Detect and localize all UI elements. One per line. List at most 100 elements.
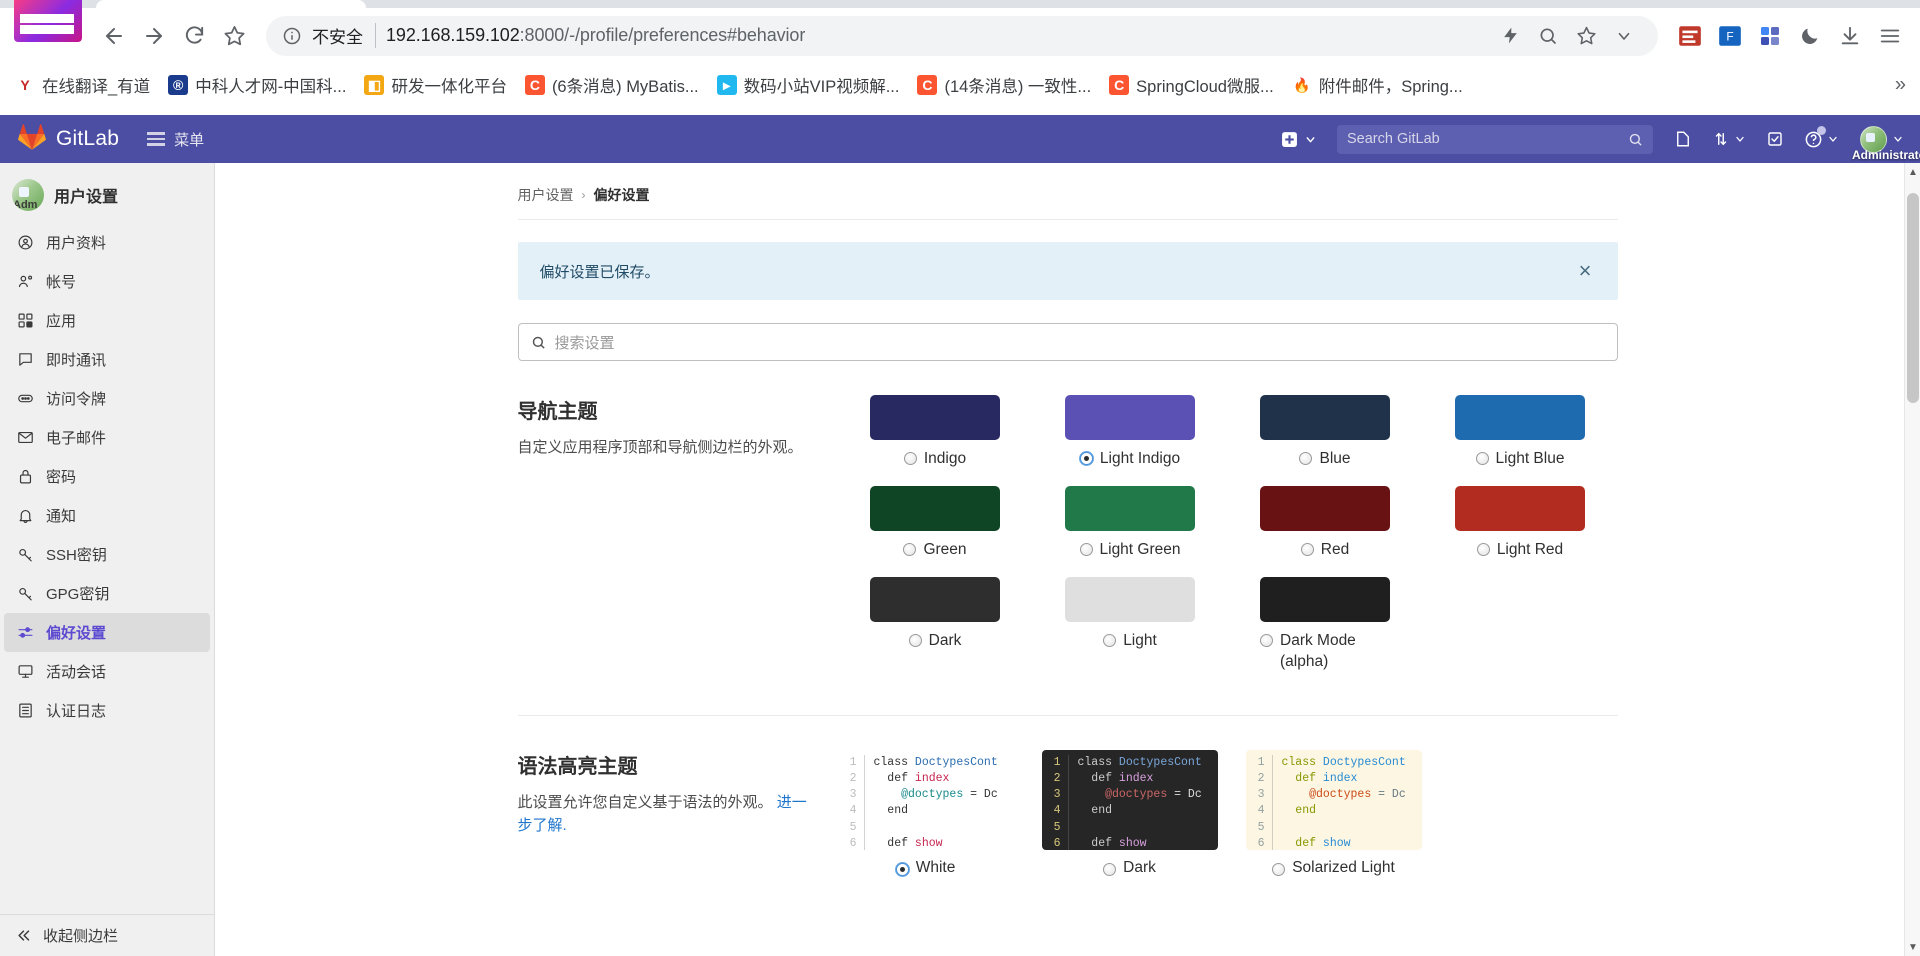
syntax-theme-label[interactable]: Solarized Light xyxy=(1272,859,1395,877)
nav-theme-option[interactable]: Indigo xyxy=(838,395,1033,470)
bookmark-item[interactable]: ◧ 研发一体化平台 xyxy=(355,69,516,101)
omnibox-star-icon[interactable] xyxy=(1568,18,1604,54)
nav-theme-option[interactable]: Light xyxy=(1033,576,1228,673)
breadcrumb-current[interactable]: 偏好设置 xyxy=(594,185,650,205)
sidebar-item-12[interactable]: 认证日志 xyxy=(4,691,210,730)
active-browser-tab[interactable] xyxy=(96,0,366,8)
nav-theme-label[interactable]: Indigo xyxy=(903,449,966,470)
bookmarks-overflow-button[interactable]: » xyxy=(1889,72,1912,99)
nav-theme-radio[interactable] xyxy=(903,542,917,556)
nav-theme-label[interactable]: Dark xyxy=(908,631,961,652)
sidebar-item-9[interactable]: GPG密钥 xyxy=(4,574,210,613)
bookmark-item[interactable]: ▸ 数码小站VIP视频解... xyxy=(708,69,909,101)
sidebar-header[interactable]: Adm 用户设置 xyxy=(0,171,214,223)
nav-theme-option[interactable]: Dark Mode (alpha) xyxy=(1228,576,1423,673)
todos-button[interactable] xyxy=(1757,124,1793,154)
extensions-grid-icon[interactable] xyxy=(1752,18,1788,54)
nav-theme-option[interactable]: Light Red xyxy=(1423,485,1618,561)
sidebar-item-2[interactable]: 应用 xyxy=(4,301,210,340)
nav-theme-option[interactable]: Light Indigo xyxy=(1033,395,1228,470)
collapse-sidebar-button[interactable]: 收起侧边栏 xyxy=(0,914,214,956)
bookmark-item[interactable]: 🔥 附件邮件，Spring... xyxy=(1283,69,1472,101)
nav-theme-swatch[interactable] xyxy=(1455,395,1585,440)
syntax-theme-option[interactable]: 1 2 3 4 5 6 class DoctypesCont def index @doct… xyxy=(837,749,1014,877)
nav-theme-swatch[interactable] xyxy=(1455,485,1585,531)
syntax-theme-option[interactable]: 1 2 3 4 5 6 class DoctypesCont def index @doct… xyxy=(1245,749,1422,877)
nav-theme-label[interactable]: Light xyxy=(1103,631,1157,652)
gitlab-home-link[interactable]: GitLab xyxy=(18,123,137,155)
nav-theme-radio[interactable] xyxy=(1300,542,1314,556)
nav-theme-radio[interactable] xyxy=(1079,542,1093,556)
nav-theme-label[interactable]: Light Green xyxy=(1079,540,1181,561)
help-button[interactable] xyxy=(1795,124,1848,155)
nav-theme-radio[interactable] xyxy=(1079,452,1093,465)
sidebar-item-0[interactable]: 用户资料 xyxy=(4,223,210,262)
main-scrollbar[interactable]: ▲ ▼ xyxy=(1904,163,1920,956)
bookmark-item[interactable]: C (14条消息) 一致性... xyxy=(908,69,1100,101)
breadcrumb-parent[interactable]: 用户设置 xyxy=(518,185,574,205)
sidebar-item-8[interactable]: SSH密钥 xyxy=(4,535,210,574)
nav-theme-label[interactable]: Blue xyxy=(1299,449,1351,470)
nav-theme-label[interactable]: Light Red xyxy=(1476,540,1563,561)
nav-theme-radio[interactable] xyxy=(908,633,922,647)
syntax-theme-radio[interactable] xyxy=(1272,862,1286,876)
scrollbar-thumb[interactable] xyxy=(1907,193,1919,403)
nav-theme-label[interactable]: Light Blue xyxy=(1475,449,1564,470)
syntax-theme-label[interactable]: Dark xyxy=(1103,859,1156,877)
zoom-search-icon[interactable] xyxy=(1530,18,1566,54)
nav-theme-label[interactable]: Green xyxy=(903,540,967,561)
syntax-theme-label[interactable]: White xyxy=(895,859,955,877)
nav-theme-swatch[interactable] xyxy=(870,395,1000,440)
dark-mode-moon-icon[interactable] xyxy=(1792,18,1828,54)
reload-icon[interactable] xyxy=(176,18,212,54)
extension-blue-icon[interactable]: F xyxy=(1712,18,1748,54)
settings-search-input[interactable]: 搜索设置 xyxy=(517,323,1618,361)
site-info-icon[interactable] xyxy=(282,26,302,46)
bookmark-item[interactable]: C SpringCloud微服... xyxy=(1100,69,1283,101)
nav-theme-label[interactable]: Light Indigo xyxy=(1079,449,1180,470)
downloads-icon[interactable] xyxy=(1832,18,1868,54)
nav-theme-swatch[interactable] xyxy=(1260,576,1390,622)
nav-theme-option[interactable]: Light Green xyxy=(1033,485,1228,561)
nav-theme-label[interactable]: Red xyxy=(1300,540,1349,561)
syntax-theme-radio[interactable] xyxy=(895,862,909,876)
user-menu-button[interactable]: Administrator xyxy=(1850,125,1920,162)
syntax-theme-option[interactable]: 1 2 3 4 5 6 class DoctypesCont def index @doct… xyxy=(1041,749,1218,877)
nav-theme-swatch[interactable] xyxy=(1065,576,1195,622)
main-menu-button[interactable]: 菜单 xyxy=(137,123,214,156)
forward-arrow-icon[interactable] xyxy=(136,18,172,54)
sidebar-item-4[interactable]: 访问令牌 xyxy=(4,379,210,418)
chevron-down-icon[interactable] xyxy=(1606,18,1642,54)
back-arrow-icon[interactable] xyxy=(96,18,132,54)
sidebar-item-5[interactable]: 电子邮件 xyxy=(4,418,210,457)
bookmark-item[interactable]: Y 在线翻译_有道 xyxy=(6,69,159,101)
nav-theme-radio[interactable] xyxy=(1475,452,1489,465)
nav-theme-swatch[interactable] xyxy=(1260,395,1390,440)
nav-theme-option[interactable]: Red xyxy=(1228,485,1423,561)
nav-theme-swatch[interactable] xyxy=(870,485,1000,531)
create-new-button[interactable] xyxy=(1273,125,1325,154)
close-icon[interactable]: × xyxy=(1575,260,1596,282)
nav-theme-swatch[interactable] xyxy=(870,576,1000,622)
nav-theme-radio[interactable] xyxy=(1476,542,1490,556)
nav-theme-swatch[interactable] xyxy=(1065,485,1195,531)
nav-theme-option[interactable]: Light Blue xyxy=(1423,395,1618,470)
scroll-down-arrow-icon[interactable]: ▼ xyxy=(1905,938,1920,956)
scroll-up-arrow-icon[interactable]: ▲ xyxy=(1905,163,1920,181)
nav-theme-swatch[interactable] xyxy=(1260,485,1390,531)
sidebar-item-11[interactable]: 活动会话 xyxy=(4,652,210,691)
nav-theme-radio[interactable] xyxy=(903,452,917,465)
nav-theme-label[interactable]: Dark Mode (alpha) xyxy=(1260,631,1390,673)
extension-red-icon[interactable] xyxy=(1672,18,1708,54)
nav-theme-swatch[interactable] xyxy=(1065,395,1195,440)
syntax-theme-radio[interactable] xyxy=(1103,862,1117,876)
browser-menu-icon[interactable] xyxy=(1872,18,1908,54)
bookmark-item[interactable]: C (6条消息) MyBatis... xyxy=(516,69,708,101)
merge-requests-button[interactable] xyxy=(1703,124,1755,154)
nav-theme-option[interactable]: Blue xyxy=(1228,395,1423,470)
nav-theme-option[interactable]: Green xyxy=(838,485,1033,561)
nav-theme-radio[interactable] xyxy=(1260,633,1273,647)
nav-theme-radio[interactable] xyxy=(1103,633,1117,647)
sidebar-item-6[interactable]: 密码 xyxy=(4,457,210,496)
global-search-input[interactable]: Search GitLab xyxy=(1337,124,1653,154)
